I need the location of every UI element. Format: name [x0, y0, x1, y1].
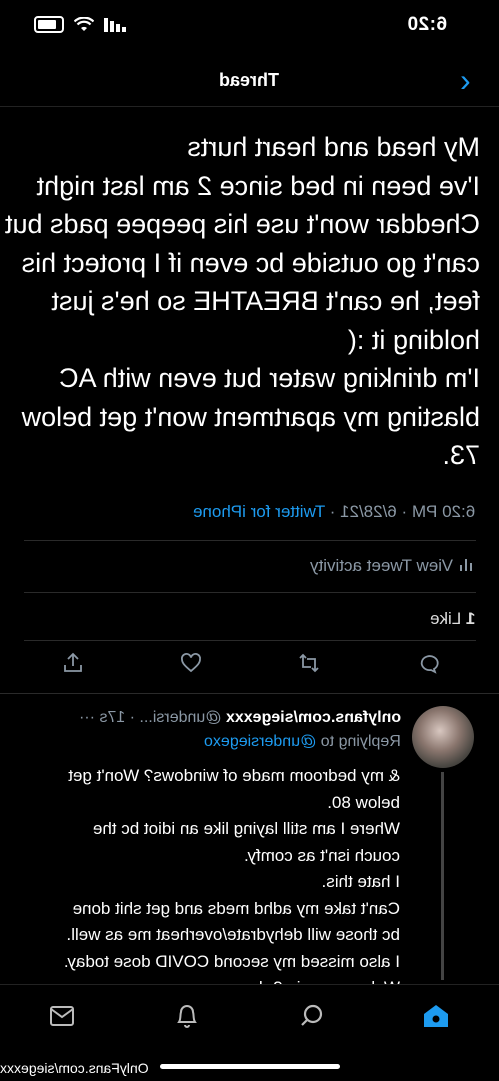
tab-messages[interactable]	[47, 1001, 77, 1031]
back-button[interactable]: ›	[460, 64, 471, 96]
home-indicator[interactable]	[160, 1064, 340, 1069]
replying-to-handle[interactable]: @undersiegexo	[204, 733, 316, 750]
heart-icon	[181, 653, 201, 673]
reply-time: · 17s	[99, 709, 140, 726]
page-title-text: Thread	[219, 70, 280, 90]
more-options-button[interactable]: ···	[79, 709, 95, 726]
reply-line: Where I am still laying like an idiot bc…	[92, 819, 400, 838]
tweet-line: can't go outside bc even if I protect hi…	[21, 247, 480, 278]
tweet-source-link[interactable]: Twitter for iPhone	[193, 502, 325, 521]
tab-home[interactable]	[421, 1001, 451, 1031]
share-button[interactable]	[60, 650, 86, 676]
nav-header: Thread ›	[0, 56, 499, 107]
thread-line	[441, 772, 444, 980]
tweet-line: holding it :(	[347, 324, 480, 355]
reply-line: bc those will dehydrate/overheat me as w…	[66, 925, 400, 944]
tweet-line: 73.	[442, 440, 480, 470]
status-time-text: 6:20	[406, 14, 447, 35]
tweet-line: Cheddar won't use his peepee pads but	[5, 209, 480, 239]
comment-icon	[420, 655, 439, 674]
mail-icon	[50, 1006, 74, 1026]
likes-text: 1 Like	[430, 609, 475, 629]
replying-to-prefix: Replying to	[316, 733, 401, 750]
home-icon	[424, 1005, 448, 1027]
bar-chart-icon	[459, 556, 473, 576]
reply-author-handle: @undersi...	[139, 709, 226, 726]
tweet-text: My head and heart hurts I've been in bed…	[5, 128, 480, 475]
watermark: OnlyFans.com/siegexxx	[0, 1060, 149, 1076]
tweet-actions	[60, 650, 440, 676]
likes-label: Like	[429, 609, 466, 628]
reply-button[interactable]	[414, 650, 440, 676]
divider	[24, 540, 476, 541]
reply-header-text: onlyfans.com/siegexxx @undersi... · 17s …	[79, 709, 401, 727]
likes-number: 1	[465, 609, 475, 628]
watermark-text: OnlyFans.com/siegexxx	[0, 1060, 149, 1076]
tweet-timestamp: 6:20 PM · 6/28/21 ·	[325, 502, 475, 521]
tweet-meta: 6:20 PM · 6/28/21 · Twitter for iPhone	[193, 502, 475, 522]
status-icons	[34, 16, 126, 33]
reply-line: & my bedroom made of windows? Won't get	[68, 766, 400, 785]
reply-line: couch isn't as comfy.	[244, 845, 400, 865]
reply-line: Can't take my adhd meds and get shit don…	[72, 898, 400, 918]
chevron-icon: ›	[460, 62, 471, 98]
search-icon	[301, 1004, 323, 1026]
battery-icon	[34, 16, 64, 33]
view-activity-content: View Tweet activity	[310, 556, 473, 576]
retweet-button[interactable]	[296, 650, 322, 676]
likes-count-link[interactable]: 1 Like	[430, 609, 475, 629]
retweet-icon	[299, 653, 319, 673]
reply-line: I hate this.	[321, 872, 400, 891]
tweet-meta-text: 6:20 PM · 6/28/21 · Twitter for iPhone	[193, 502, 475, 522]
signal-icon	[104, 17, 126, 32]
replying-to: Replying to @undersiegexo	[204, 733, 401, 751]
divider	[0, 693, 499, 694]
reply-line: below 80.	[327, 792, 400, 812]
view-activity-label: View Tweet activity	[310, 556, 453, 575]
view-activity-button[interactable]: View Tweet activity	[310, 556, 473, 576]
tweet-line: My head and heart hurts	[187, 132, 480, 162]
tweet-line: I've been in bed since 2 am last night	[36, 170, 480, 201]
reply-header: onlyfans.com/siegexxx @undersi... · 17s …	[79, 709, 401, 727]
tweet-line: blasting my apartment won't get below	[21, 401, 480, 432]
tweet-line: feet, he can't BREATHE so he's just	[51, 286, 480, 316]
status-bar: 6:20	[0, 0, 499, 56]
reply-author-name[interactable]: onlyfans.com/siegexxx	[226, 709, 401, 726]
reply-text: & my bedroom made of windows? Won't get …	[30, 763, 400, 1002]
reply-line: I also missed my second COVID dose today…	[63, 951, 400, 971]
like-button[interactable]	[178, 650, 204, 676]
page-title: Thread	[0, 70, 499, 91]
tweet-line: I'm drinking water but even with AC	[59, 363, 480, 393]
replying-to-text: Replying to @undersiegexo	[204, 733, 401, 751]
divider	[24, 592, 476, 593]
status-time: 6:20	[407, 14, 447, 36]
tab-notifications[interactable]	[172, 1001, 202, 1031]
wifi-icon	[74, 16, 94, 31]
tab-search[interactable]	[297, 1001, 327, 1031]
avatar[interactable]	[412, 706, 474, 768]
share-icon	[64, 652, 82, 672]
divider	[24, 640, 476, 641]
bell-icon	[177, 1005, 197, 1028]
